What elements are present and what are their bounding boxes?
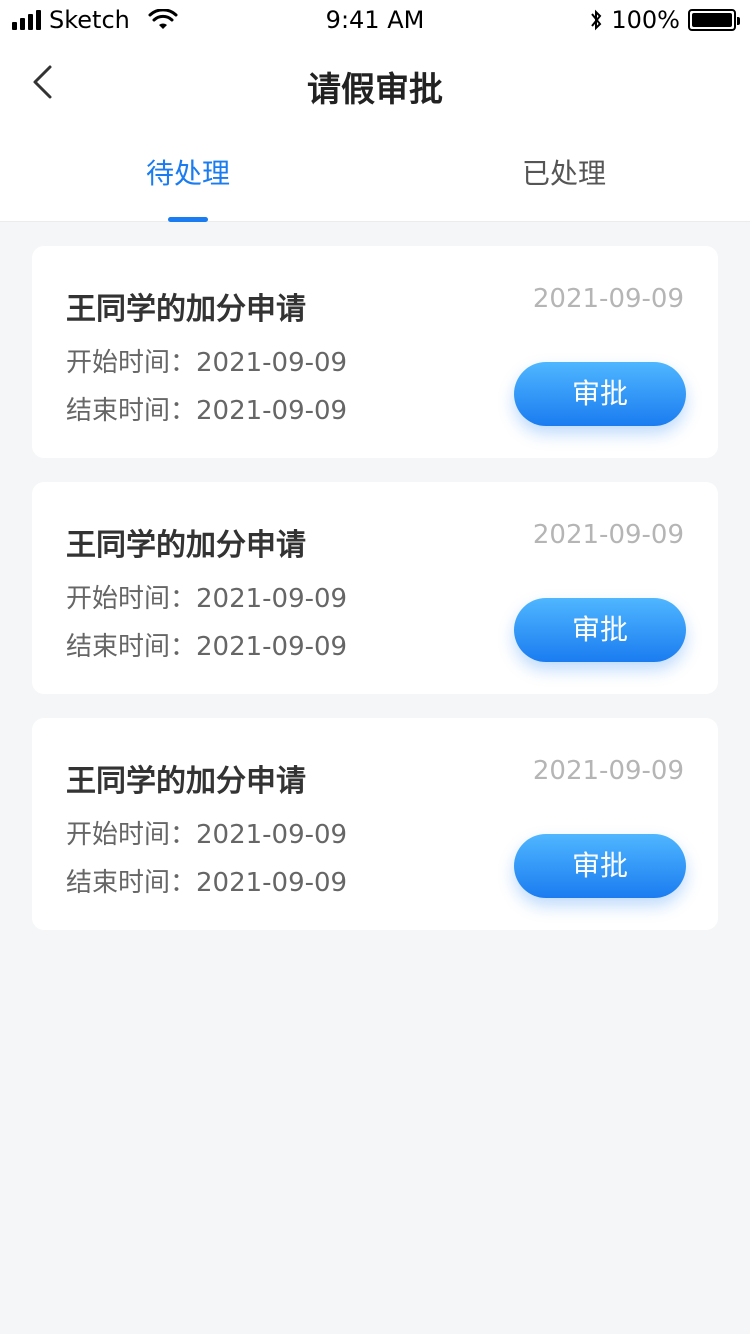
tab-pending[interactable]: 待处理 — [88, 152, 288, 192]
approve-button[interactable]: 审批 — [514, 598, 686, 662]
card-title: 王同学的加分申请 — [66, 528, 306, 563]
battery-icon — [688, 9, 740, 31]
card-title: 王同学的加分申请 — [66, 764, 306, 799]
start-time: 开始时间：2021-09-09 — [66, 820, 348, 850]
request-card: 王同学的加分申请 2021-09-09 开始时间：2021-09-09 结束时间… — [32, 246, 718, 458]
card-date: 2021-09-09 — [532, 284, 684, 314]
status-bar: Sketch 9:41 AM 100% — [0, 0, 750, 40]
request-card: 王同学的加分申请 2021-09-09 开始时间：2021-09-09 结束时间… — [32, 718, 718, 930]
start-time: 开始时间：2021-09-09 — [66, 348, 348, 378]
start-time: 开始时间：2021-09-09 — [66, 584, 348, 614]
page-title: 请假审批 — [307, 70, 443, 110]
end-time: 结束时间：2021-09-09 — [66, 396, 348, 426]
card-date: 2021-09-09 — [532, 520, 684, 550]
nav-header: 请假审批 — [0, 40, 750, 126]
tab-bar: 待处理 已处理 — [0, 126, 750, 222]
tab-processed[interactable]: 已处理 — [464, 152, 664, 192]
active-tab-indicator — [168, 217, 208, 222]
request-card: 王同学的加分申请 2021-09-09 开始时间：2021-09-09 结束时间… — [32, 482, 718, 694]
card-title: 王同学的加分申请 — [66, 292, 306, 327]
card-date: 2021-09-09 — [532, 756, 684, 786]
approve-button[interactable]: 审批 — [514, 834, 686, 898]
status-right: 100% — [589, 6, 740, 34]
bluetooth-icon — [591, 9, 602, 31]
approve-button[interactable]: 审批 — [514, 362, 686, 426]
battery-percent: 100% — [611, 6, 680, 34]
end-time: 结束时间：2021-09-09 — [66, 632, 348, 662]
end-time: 结束时间：2021-09-09 — [66, 868, 348, 898]
